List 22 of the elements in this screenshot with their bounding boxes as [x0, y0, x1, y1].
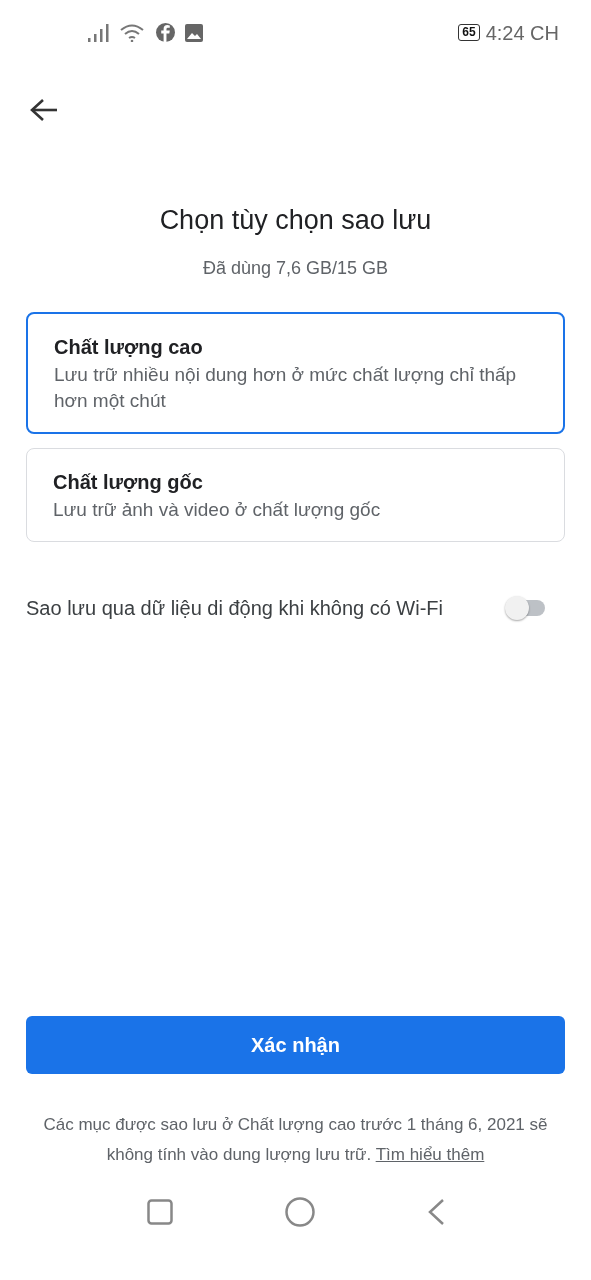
confirm-button[interactable]: Xác nhận [26, 1016, 565, 1074]
back-arrow-icon[interactable] [30, 98, 58, 122]
facebook-icon [156, 23, 175, 42]
home-icon[interactable] [284, 1197, 315, 1227]
storage-usage: Đã dùng 7,6 GB/15 GB [201, 256, 390, 280]
signal-icon [88, 23, 110, 42]
option-description: Lưu trữ nhiều nội dung hơn ở mức chất lượng chỉ thấp hơn một chút [54, 362, 518, 413]
back-icon[interactable] [426, 1198, 445, 1226]
option-title: Chất lượng cao [54, 334, 204, 360]
option-description: Lưu trữ ảnh và video ở chất lượng gốc [53, 497, 382, 522]
page-title: Chọn tùy chọn sao lưu [158, 204, 433, 237]
wifi-icon [120, 23, 144, 42]
option-card[interactable]: Chất lượng gốc Lưu trữ ảnh và video ở chất lượng gốc [26, 447, 565, 542]
learn-more-link[interactable]: Tìm hiểu thêm [375, 1145, 485, 1164]
option-card[interactable]: Chất lượng cao Lưu trữ nhiều nội dung hơn ở mức chất lượng chỉ thấp hơn một chút [26, 311, 565, 434]
image-icon [185, 23, 203, 42]
footer-note: Các mục được sao lưu ở Chất lượng cao trước 1 tháng 6, 2021 sẽ không tính vào dung lượng lưu trữ. Tìm hiểu thêm [42, 1114, 549, 1166]
setting-label: Sao lưu qua dữ liệu di động khi không có Wi-Fi [26, 595, 444, 621]
option-title: Chất lượng gốc [53, 469, 204, 495]
battery-indicator: 65 [458, 24, 480, 41]
recent-apps-icon[interactable] [146, 1199, 173, 1225]
status-time: 4:24 CH [485, 20, 559, 46]
